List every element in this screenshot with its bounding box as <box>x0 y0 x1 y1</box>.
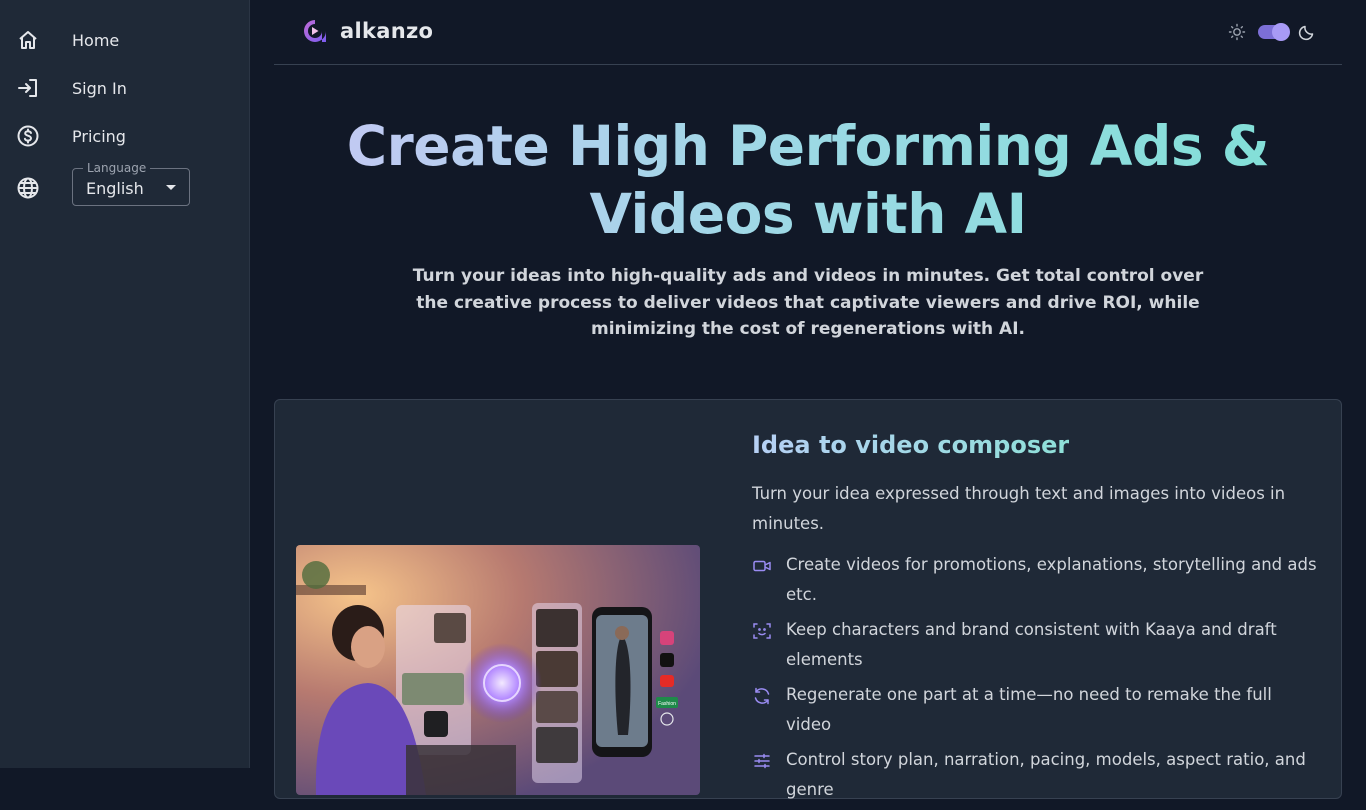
sliders-icon <box>754 753 770 769</box>
ai-creator-illustration: Fashion <box>296 545 700 795</box>
sidebar-item-label: Sign In <box>72 78 127 98</box>
feature-card: Fashion Idea to video composer Turn your… <box>274 399 1342 799</box>
globe-icon <box>17 177 39 199</box>
card-description: Turn your idea expressed through text an… <box>752 484 1286 533</box>
list-item: Control story plan, narration, pacing, m… <box>752 745 1322 805</box>
image-badge: Fashion <box>658 701 676 707</box>
feature-image: Fashion <box>296 545 700 795</box>
feature-text: Regenerate one part at a time—no need to… <box>786 685 1272 734</box>
language-row: Language English <box>0 161 249 213</box>
home-icon <box>19 31 37 49</box>
theme-switch[interactable] <box>1258 23 1290 41</box>
switch-knob <box>1272 23 1290 41</box>
video-icon <box>753 560 771 572</box>
language-select[interactable]: Language English <box>72 161 190 206</box>
hero-title: Create High Performing Ads & Videos with… <box>274 112 1342 248</box>
sidebar-item-pricing[interactable]: Pricing <box>0 114 249 158</box>
sidebar-item-label: Pricing <box>72 126 126 146</box>
moon-icon <box>1298 25 1314 41</box>
list-item: Create videos for promotions, explanatio… <box>752 550 1322 610</box>
list-item: Regenerate one part at a time—no need to… <box>752 680 1322 740</box>
dollar-icon <box>17 125 39 147</box>
feature-list: Create videos for promotions, explanatio… <box>752 550 1322 810</box>
logo-icon <box>304 20 326 42</box>
refresh-icon <box>754 687 770 705</box>
sidebar: Home Sign In Pricing Language English <box>0 0 250 768</box>
brand-name: alkanzo <box>340 19 434 43</box>
hero-subtitle: Turn your ideas into high-quality ads an… <box>412 266 1204 339</box>
feature-text: Create videos for promotions, explanatio… <box>786 555 1317 604</box>
sidebar-item-sign-in[interactable]: Sign In <box>0 66 249 110</box>
sign-in-icon <box>18 79 37 97</box>
top-header: alkanzo <box>274 0 1342 65</box>
list-item: Keep characters and brand consistent wit… <box>752 615 1322 675</box>
sun-icon <box>1228 23 1246 41</box>
feature-text: Keep characters and brand consistent wit… <box>786 620 1277 669</box>
theme-toggle[interactable] <box>1228 20 1318 44</box>
sidebar-item-label: Home <box>72 30 120 50</box>
feature-text: Control story plan, narration, pacing, m… <box>786 750 1306 799</box>
sidebar-item-home[interactable]: Home <box>0 18 249 62</box>
language-value: English <box>86 179 144 198</box>
language-legend: Language <box>83 161 151 175</box>
chevron-down-icon <box>166 185 176 190</box>
face-scan-icon <box>753 623 771 639</box>
card-title: Idea to video composer <box>752 431 1070 459</box>
brand-logo[interactable]: alkanzo <box>302 18 433 44</box>
